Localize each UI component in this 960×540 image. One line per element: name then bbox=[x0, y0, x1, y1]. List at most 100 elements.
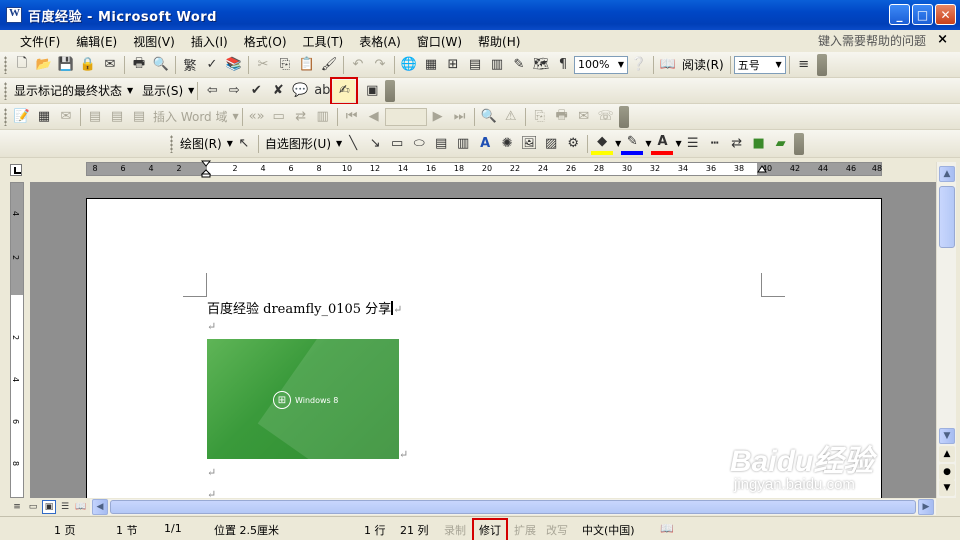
toolbar-options-icon[interactable] bbox=[618, 105, 629, 128]
recipients-icon[interactable]: ✉ bbox=[55, 106, 77, 128]
word-app-icon[interactable] bbox=[6, 7, 22, 23]
new-comment-icon[interactable]: 💬 bbox=[289, 80, 311, 102]
clip-art-icon[interactable]: 🖼 bbox=[518, 133, 540, 155]
menu-format[interactable]: 格式(O) bbox=[236, 33, 295, 50]
menu-edit[interactable]: 编辑(E) bbox=[68, 33, 125, 50]
menu-table[interactable]: 表格(A) bbox=[351, 33, 409, 50]
menu-view[interactable]: 视图(V) bbox=[125, 33, 183, 50]
left-indent-marker[interactable] bbox=[201, 160, 211, 178]
dash-style-icon[interactable]: ┅ bbox=[704, 133, 726, 155]
arrow-style-icon[interactable]: ⇄ bbox=[726, 133, 748, 155]
document-text-line[interactable]: 百度经验 dreamfly_0105 分享 ↵ bbox=[207, 298, 402, 317]
right-indent-marker[interactable] bbox=[757, 160, 767, 178]
normal-view-icon[interactable]: ≡ bbox=[10, 500, 24, 514]
help-search-input[interactable]: 键入需要帮助的问题 bbox=[818, 32, 926, 49]
status-extend[interactable]: 扩展 bbox=[514, 522, 536, 538]
spelling-status-icon[interactable]: 📖 bbox=[660, 522, 674, 535]
document-map-icon[interactable]: 🗺 bbox=[530, 54, 552, 76]
vertical-ruler[interactable]: 4 2 2 4 6 8 bbox=[10, 182, 24, 498]
toolbar-options-icon[interactable] bbox=[793, 132, 804, 155]
permission-icon[interactable]: 🔒 bbox=[77, 54, 99, 76]
reject-change-icon[interactable]: ✘ bbox=[267, 80, 289, 102]
status-track-changes[interactable]: 修订 bbox=[472, 518, 508, 540]
zoom-dropdown[interactable]: 100% ▼ bbox=[574, 55, 628, 74]
oval-icon[interactable]: ⬭ bbox=[408, 133, 430, 155]
autoshapes-menu[interactable]: 自选图形(U) bbox=[262, 135, 334, 152]
scroll-down-icon[interactable]: ▼ bbox=[939, 428, 955, 444]
email-icon[interactable]: ✉ bbox=[99, 54, 121, 76]
horizontal-scrollbar[interactable]: ◀ ▶ bbox=[90, 499, 936, 515]
research-icon[interactable]: 📚 bbox=[223, 54, 245, 76]
menu-tools[interactable]: 工具(T) bbox=[295, 33, 352, 50]
help-icon[interactable]: ❔ bbox=[628, 54, 650, 76]
empty-paragraph[interactable]: ↵ bbox=[207, 319, 216, 334]
scroll-right-icon[interactable]: ▶ bbox=[918, 499, 934, 515]
vertical-scrollbar[interactable]: ▲ ▼ ▲ ● ▼ bbox=[936, 162, 956, 498]
read-mode-button[interactable]: 阅读(R) bbox=[679, 56, 727, 73]
main-document-setup-icon[interactable]: 📝 bbox=[11, 106, 33, 128]
menu-window[interactable]: 窗口(W) bbox=[409, 33, 470, 50]
line-style-icon[interactable]: ☰ bbox=[682, 133, 704, 155]
highlight-fields-icon[interactable]: ▭ bbox=[268, 106, 290, 128]
markup-display-dropdown[interactable]: 显示标记的最终状态 bbox=[11, 82, 125, 99]
open-data-source-icon[interactable]: ▦ bbox=[33, 106, 55, 128]
check-errors-icon[interactable]: ⚠ bbox=[500, 106, 522, 128]
reviewing-pane-icon[interactable]: ▣ bbox=[361, 80, 383, 102]
propagate-labels-icon[interactable]: ▥ bbox=[312, 106, 334, 128]
format-painter-icon[interactable]: 🖌 bbox=[318, 54, 340, 76]
select-objects-icon[interactable]: ↖ bbox=[233, 133, 255, 155]
undo-icon[interactable]: ↶ bbox=[347, 54, 369, 76]
select-browse-object-icon[interactable]: ● bbox=[939, 464, 955, 480]
toolbar-grip[interactable] bbox=[4, 81, 7, 100]
3d-style-icon[interactable]: ▰ bbox=[770, 133, 792, 155]
minimize-button[interactable]: _ bbox=[889, 4, 910, 25]
paste-icon[interactable]: 📋 bbox=[296, 54, 318, 76]
new-document-icon[interactable]: 🗋 bbox=[11, 54, 33, 76]
print-layout-view-icon[interactable]: ▣ bbox=[42, 500, 56, 514]
match-fields-icon[interactable]: ⇄ bbox=[290, 106, 312, 128]
accept-change-icon[interactable]: ✔ bbox=[245, 80, 267, 102]
highlight-icon[interactable]: ab bbox=[311, 80, 333, 102]
status-overtype[interactable]: 改写 bbox=[546, 522, 568, 538]
vertical-text-box-icon[interactable]: ▥ bbox=[452, 133, 474, 155]
menu-help[interactable]: 帮助(H) bbox=[470, 33, 528, 50]
print-icon[interactable]: 🖶 bbox=[128, 54, 150, 76]
previous-page-icon[interactable]: ▲ bbox=[939, 446, 955, 462]
font-color-icon[interactable]: A bbox=[651, 133, 674, 155]
insert-address-block-icon[interactable]: ▤ bbox=[84, 106, 106, 128]
scroll-left-icon[interactable]: ◀ bbox=[92, 499, 108, 515]
line-icon[interactable]: ╲ bbox=[342, 133, 364, 155]
record-number-field[interactable] bbox=[384, 107, 427, 126]
empty-paragraph[interactable]: ↵ bbox=[207, 465, 216, 480]
status-record-macro[interactable]: 录制 bbox=[444, 522, 466, 538]
arrow-icon[interactable]: ↘ bbox=[364, 133, 386, 155]
traditional-chinese-icon[interactable]: 繁 bbox=[179, 54, 201, 76]
insert-merge-fields-icon[interactable]: ▤ bbox=[128, 106, 150, 128]
menu-insert[interactable]: 插入(I) bbox=[183, 33, 236, 50]
copy-icon[interactable]: ⎘ bbox=[274, 54, 296, 76]
toolbar-options-icon[interactable] bbox=[385, 79, 396, 102]
vertical-scroll-thumb[interactable] bbox=[939, 186, 955, 248]
insert-word-field-dropdown[interactable]: 插入 Word 域 bbox=[150, 108, 230, 125]
hyperlink-icon[interactable]: 🌐 bbox=[398, 54, 420, 76]
insert-picture-icon[interactable]: ▨ bbox=[540, 133, 562, 155]
previous-change-icon[interactable]: ⇦ bbox=[201, 80, 223, 102]
columns-icon[interactable]: ▥ bbox=[486, 54, 508, 76]
merge-to-printer-icon[interactable]: 🖶 bbox=[551, 106, 573, 128]
view-merged-data-icon[interactable]: «» bbox=[246, 106, 268, 128]
cut-icon[interactable]: ✂ bbox=[252, 54, 274, 76]
last-record-icon[interactable]: ⏭ bbox=[449, 106, 471, 128]
find-entry-icon[interactable]: 🔍 bbox=[478, 106, 500, 128]
next-record-icon[interactable]: ▶ bbox=[427, 106, 449, 128]
tab-selector-icon[interactable] bbox=[10, 164, 22, 176]
merge-to-email-icon[interactable]: ✉ bbox=[573, 106, 595, 128]
spelling-icon[interactable]: ✓ bbox=[201, 54, 223, 76]
insert-table-icon[interactable]: ⊞ bbox=[442, 54, 464, 76]
insert-greeting-icon[interactable]: ▤ bbox=[106, 106, 128, 128]
next-page-icon[interactable]: ▼ bbox=[939, 480, 955, 496]
scroll-up-icon[interactable]: ▲ bbox=[939, 166, 955, 182]
redo-icon[interactable]: ↷ bbox=[369, 54, 391, 76]
tables-borders-icon[interactable]: ▦ bbox=[420, 54, 442, 76]
menu-file[interactable]: 文件(F) bbox=[12, 33, 68, 50]
toolbar-grip[interactable] bbox=[170, 134, 173, 153]
